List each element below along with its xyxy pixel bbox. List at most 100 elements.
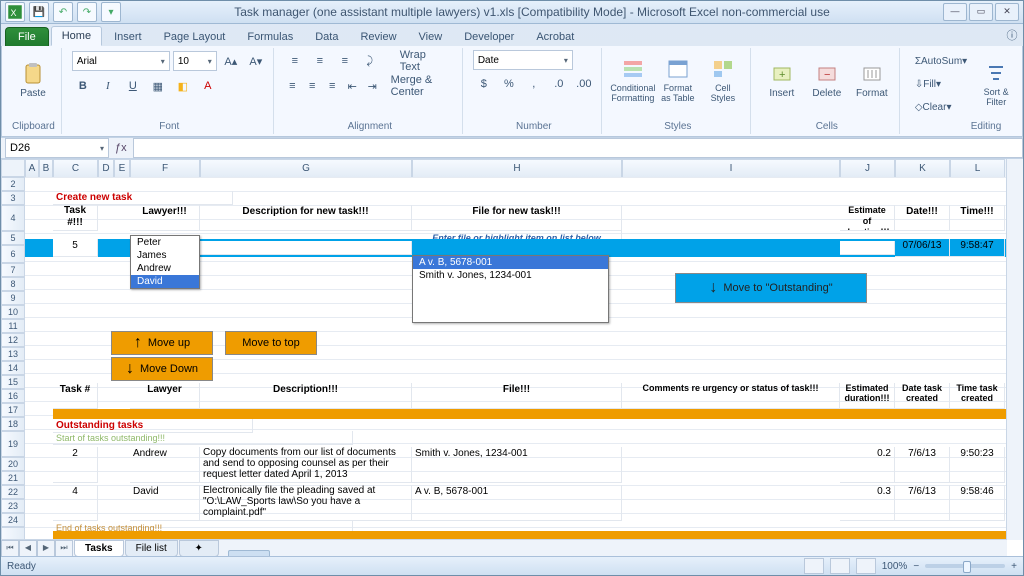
align-top-icon[interactable]: ≡ [284,50,306,72]
tab-home[interactable]: Home [51,26,102,46]
grow-font-icon[interactable]: A▴ [220,50,242,72]
formula-input[interactable] [133,138,1023,158]
conditional-formatting-button[interactable]: Conditional Formatting [612,50,654,110]
tab-last-icon[interactable]: ⏭ [55,540,73,557]
move-down-button[interactable]: ↓Move Down [111,357,213,381]
move-outstanding-button[interactable]: ↓ Move to "Outstanding" [675,273,867,303]
bold-button[interactable]: B [72,75,94,97]
zoom-in-icon[interactable]: + [1011,561,1017,572]
row-14[interactable]: 14 [1,361,25,375]
cell-styles-button[interactable]: Cell Styles [702,50,744,110]
tab-data[interactable]: Data [305,28,348,46]
row-5[interactable]: 5 [1,231,25,245]
name-box[interactable]: D26 [5,138,109,158]
indent-dec-icon[interactable]: ⇤ [344,75,361,97]
row-6[interactable]: 6 [1,245,25,263]
row-4[interactable]: 4 [1,205,25,231]
col-L[interactable]: L [950,159,1005,178]
row-12[interactable]: 12 [1,333,25,347]
align-left-icon[interactable]: ≡ [284,75,301,97]
insert-cell-button[interactable]: +Insert [761,50,803,110]
delete-cell-button[interactable]: −Delete [806,50,848,110]
view-normal-icon[interactable] [804,558,824,574]
row-23[interactable]: 23 [1,499,25,513]
paste-button[interactable]: Paste [12,50,54,110]
select-all-corner[interactable] [1,159,25,177]
col-J[interactable]: J [840,159,895,178]
file-listbox[interactable]: A v. B, 5678-001 Smith v. Jones, 1234-00… [412,255,609,323]
percent-icon[interactable]: % [498,73,520,95]
fill-color-button[interactable]: ◧ [172,75,194,97]
grid[interactable]: Create new task Task #!!! Lawyer!!! Desc… [25,177,1007,540]
underline-button[interactable]: U [122,75,144,97]
undo-icon[interactable]: ↶ [53,2,73,22]
vertical-scrollbar[interactable] [1006,159,1023,540]
row-2[interactable]: 2 [1,177,25,191]
find-select-button[interactable]: Find & Select [1020,54,1024,114]
restore-button[interactable]: ▭ [969,3,993,21]
row-19[interactable]: 19 [1,431,25,457]
col-B[interactable]: B [39,159,53,178]
view-pagebreak-icon[interactable] [856,558,876,574]
row-13[interactable]: 13 [1,347,25,361]
new-est-input[interactable] [840,241,895,255]
orientation-icon[interactable]: ⤸ [359,50,381,72]
ribbon-help-icon[interactable]: ⓘ [1001,24,1023,46]
row-3[interactable]: 3 [1,191,25,205]
minimize-button[interactable]: — [943,3,967,21]
italic-button[interactable]: I [97,75,119,97]
zoom-level[interactable]: 100% [882,561,908,572]
fill-button[interactable]: ⇩ Fill ▾ [910,73,972,95]
horizontal-scrollbar[interactable] [228,550,270,556]
clear-button[interactable]: ◇ Clear ▾ [910,96,972,118]
qat-more-icon[interactable]: ▾ [101,2,121,22]
align-right-icon[interactable]: ≡ [324,75,341,97]
dec-decimal-icon[interactable]: .00 [573,73,595,95]
col-H[interactable]: H [412,159,622,178]
tab-view[interactable]: View [409,28,453,46]
redo-icon[interactable]: ↷ [77,2,97,22]
row-8[interactable]: 8 [1,277,25,291]
tab-review[interactable]: Review [350,28,406,46]
row-17[interactable]: 17 [1,403,25,417]
align-bottom-icon[interactable]: ≡ [334,50,356,72]
new-desc-input[interactable] [200,241,412,255]
align-center-icon[interactable]: ≡ [304,75,321,97]
inc-decimal-icon[interactable]: .0 [548,73,570,95]
format-as-table-button[interactable]: Format as Table [657,50,699,110]
col-A[interactable]: A [25,159,39,178]
row-11[interactable]: 11 [1,319,25,333]
tab-prev-icon[interactable]: ◀ [19,540,37,557]
currency-icon[interactable]: $ [473,73,495,95]
tab-acrobat[interactable]: Acrobat [526,28,584,46]
tab-developer[interactable]: Developer [454,28,524,46]
zoom-slider[interactable] [925,564,1005,568]
tab-first-icon[interactable]: ⏮ [1,540,19,557]
zoom-out-icon[interactable]: − [913,561,919,572]
sheet-tab-filelist[interactable]: File list [125,540,178,557]
row-16[interactable]: 16 [1,389,25,403]
comma-icon[interactable]: , [523,73,545,95]
save-icon[interactable]: 💾 [29,2,49,22]
move-up-button[interactable]: ↑Move up [111,331,213,355]
tab-insert[interactable]: Insert [104,28,152,46]
col-C[interactable]: C [53,159,98,178]
col-F[interactable]: F [130,159,200,178]
tab-page-layout[interactable]: Page Layout [154,28,236,46]
font-name-select[interactable]: Arial [72,51,170,71]
col-I[interactable]: I [622,159,840,178]
border-button[interactable]: ▦ [147,75,169,97]
shrink-font-icon[interactable]: A▾ [245,50,267,72]
row-9[interactable]: 9 [1,291,25,305]
font-color-button[interactable]: A [197,75,219,97]
row-21[interactable]: 21 [1,471,25,485]
row-18[interactable]: 18 [1,417,25,431]
sheet-tab-tasks[interactable]: Tasks [74,540,124,557]
align-middle-icon[interactable]: ≡ [309,50,331,72]
col-D[interactable]: D [98,159,114,178]
row-15[interactable]: 15 [1,375,25,389]
file-tab[interactable]: File [5,27,49,46]
format-cell-button[interactable]: Format [851,50,893,110]
merge-center-button[interactable]: Merge & Center [384,75,456,97]
lawyer-dropdown[interactable]: Peter James Andrew David [130,235,200,289]
